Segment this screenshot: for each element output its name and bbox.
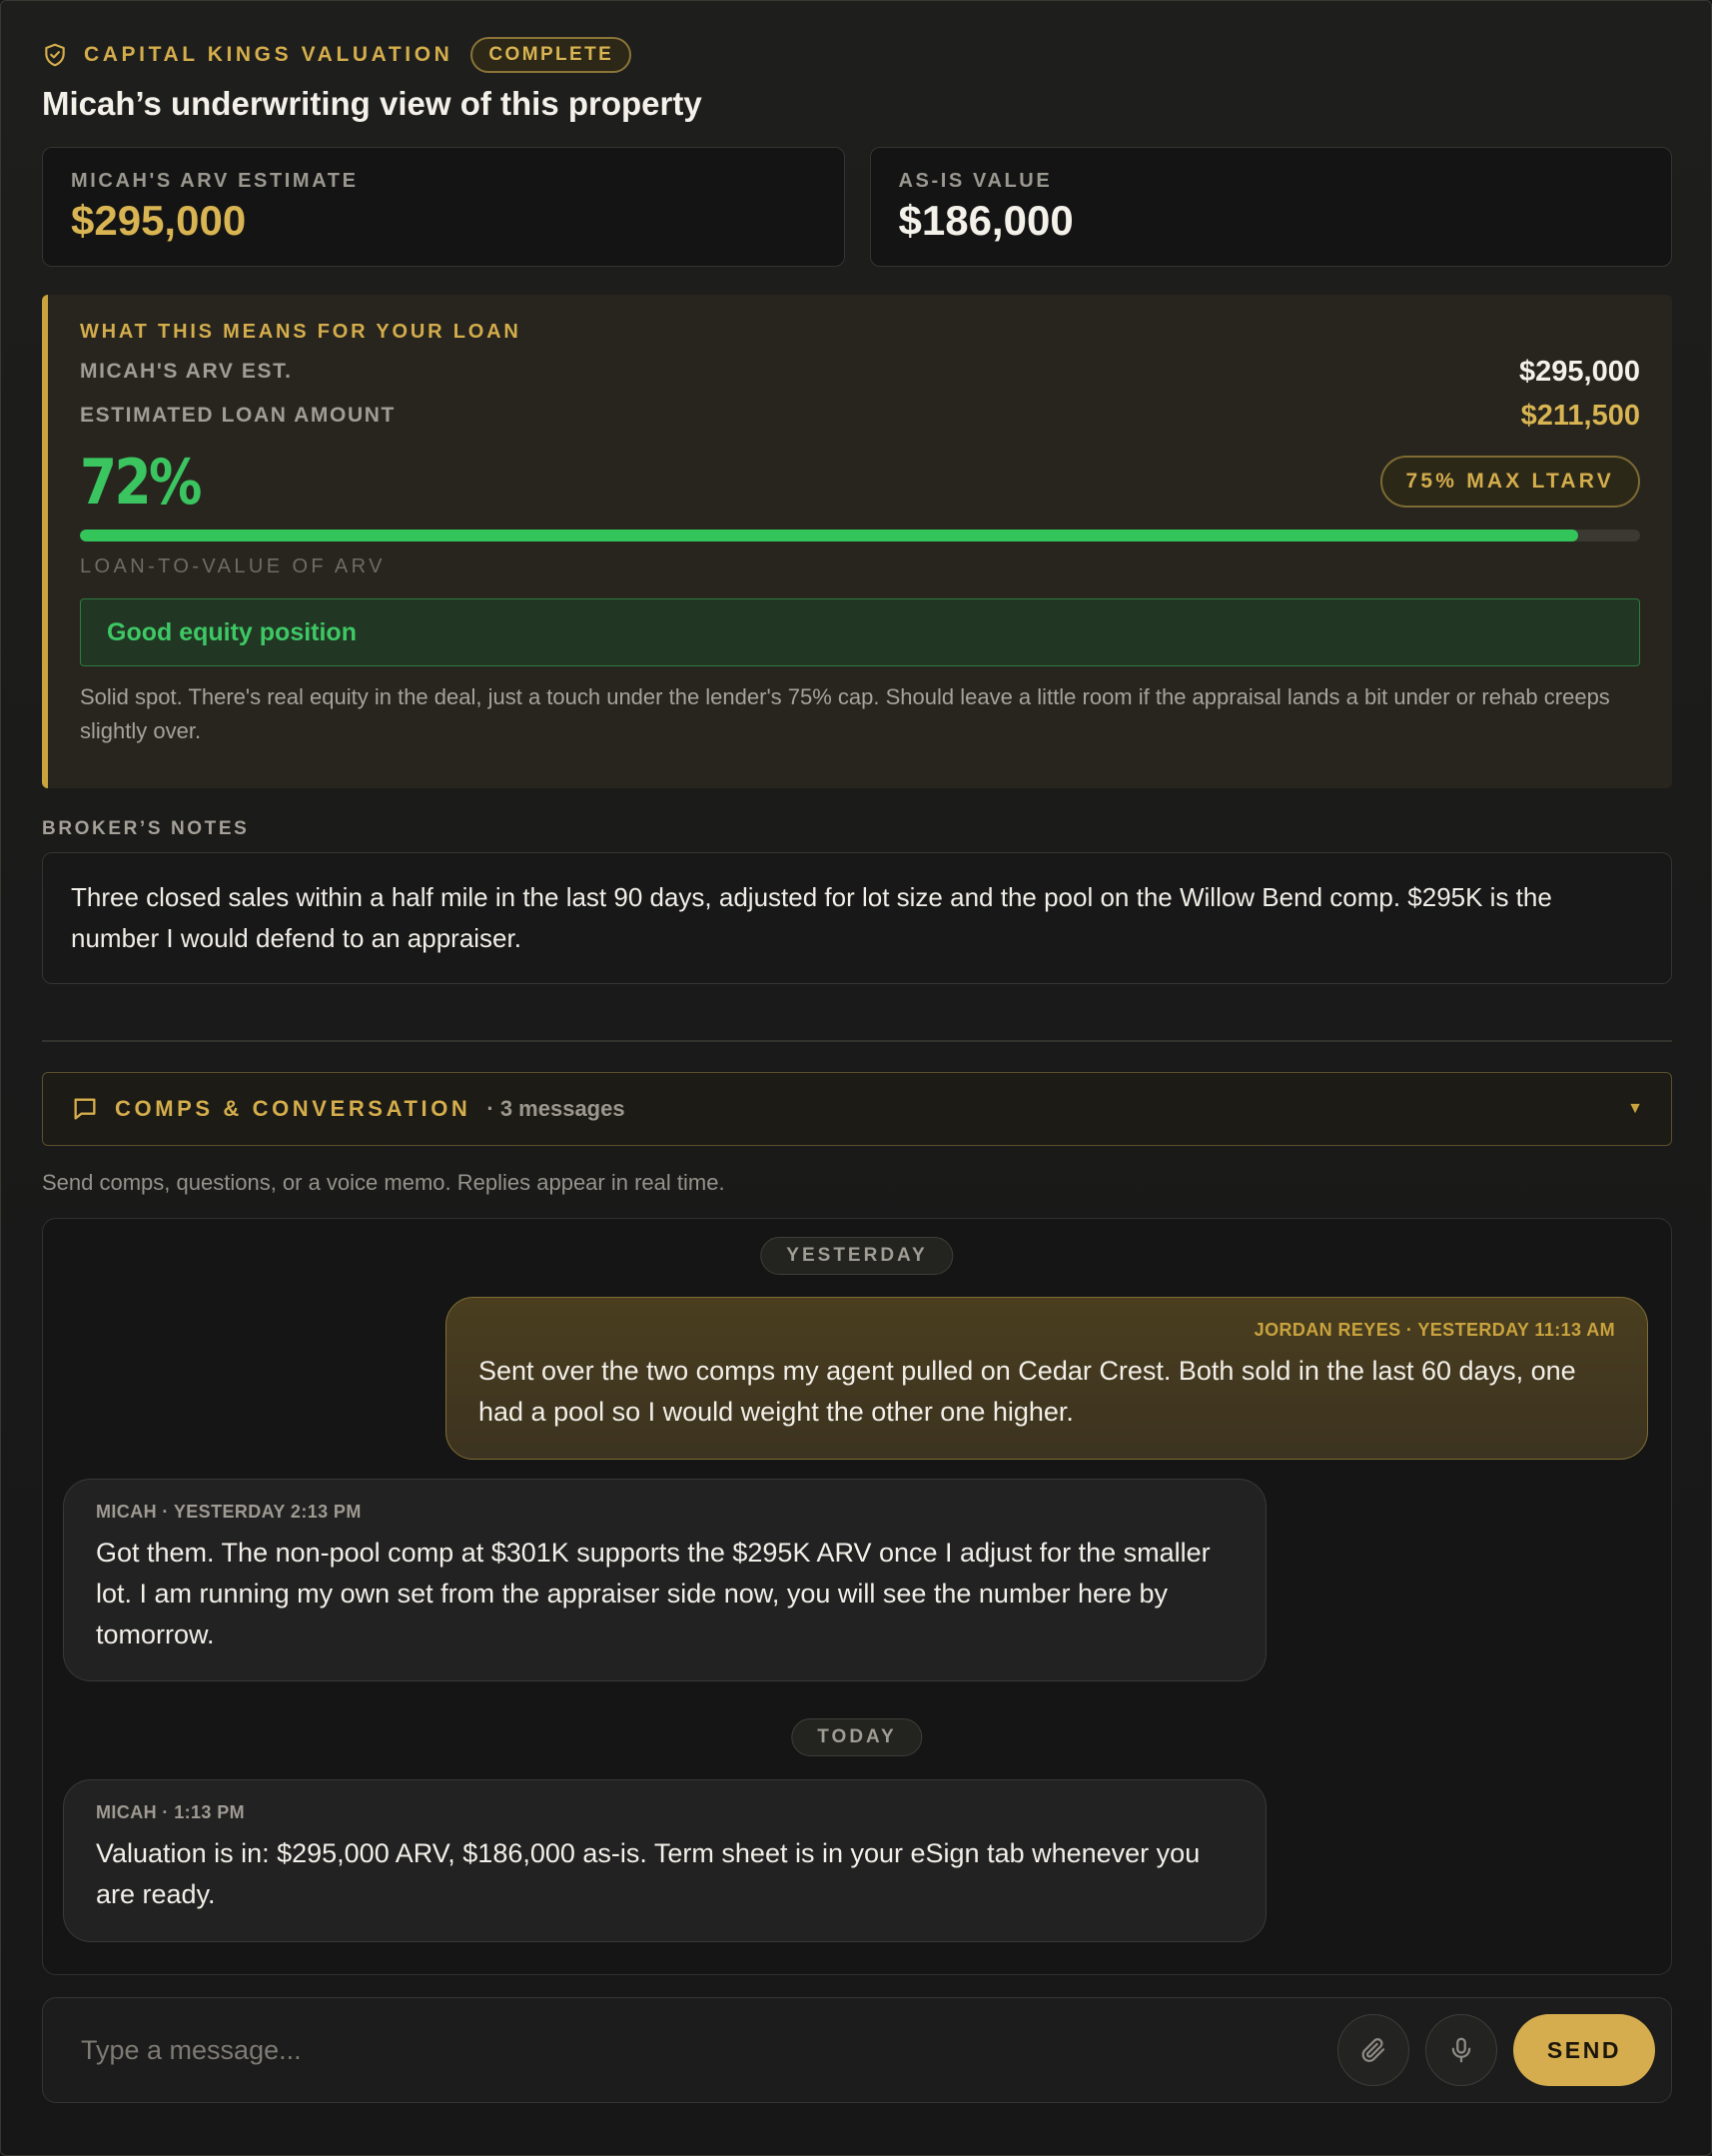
as-is-value-card: AS-IS VALUE $186,000 [869, 147, 1672, 267]
message-bubble-incoming: MICAH · YESTERDAY 2:13 PM Got them. The … [63, 1479, 1267, 1681]
max-ltarv-badge: 75% MAX LTARV [1379, 456, 1640, 508]
equity-status-title: Good equity position [107, 617, 357, 646]
arv-line-value: $295,000 [1519, 355, 1640, 388]
arv-line-label: MICAH'S ARV EST. [80, 360, 293, 383]
equity-status-box: Good equity position [80, 598, 1640, 666]
arv-line: MICAH'S ARV EST. $295,000 [80, 356, 1640, 388]
ltv-progress-track [80, 530, 1640, 541]
paperclip-icon [1361, 2038, 1385, 2062]
status-badge: COMPLETE [470, 37, 632, 73]
loan-impact-panel: WHAT THIS MEANS FOR YOUR LOAN MICAH'S AR… [42, 295, 1672, 788]
message-meta: MICAH · YESTERDAY 2:13 PM [96, 1502, 362, 1522]
microphone-icon [1451, 2037, 1471, 2063]
ltv-percent: 72% [80, 445, 202, 519]
page-title: Micah’s underwriting view of this proper… [42, 85, 702, 122]
voice-memo-button[interactable] [1425, 2014, 1497, 2086]
ltv-progress-caption: LOAN-TO-VALUE OF ARV [80, 555, 386, 577]
message-count: · 3 messages [486, 1096, 625, 1121]
broker-notes-label: BROKER’S NOTES [42, 818, 250, 839]
message-input[interactable] [79, 2033, 1337, 2067]
arv-estimate-value: $295,000 [71, 197, 247, 244]
message-meta: JORDAN REYES · YESTERDAY 11:13 AM [1254, 1320, 1615, 1340]
loan-amount-value: $211,500 [1520, 399, 1640, 432]
section-divider [42, 1040, 1672, 1042]
loan-panel-heading: WHAT THIS MEANS FOR YOUR LOAN [80, 321, 521, 343]
header-row: CAPITAL KINGS VALUATION COMPLETE [42, 37, 1672, 73]
message-text: Valuation is in: $295,000 ARV, $186,000 … [96, 1838, 1201, 1909]
values-row: MICAH'S ARV ESTIMATE $295,000 AS-IS VALU… [42, 147, 1672, 267]
shield-check-icon [45, 43, 65, 67]
chevron-down-icon[interactable]: ▼ [1627, 1100, 1643, 1118]
message-bubble-incoming: MICAH · 1:13 PM Valuation is in: $295,00… [63, 1779, 1267, 1942]
as-is-value-label: AS-IS VALUE [898, 170, 1053, 192]
valuation-card: CAPITAL KINGS VALUATION COMPLETE Micah’s… [0, 0, 1712, 2156]
chat-thread[interactable]: YESTERDAY JORDAN REYES · YESTERDAY 11:13… [42, 1218, 1672, 1975]
message-text: Sent over the two comps my agent pulled … [478, 1356, 1576, 1427]
loan-amount-label: ESTIMATED LOAN AMOUNT [80, 404, 396, 427]
message-composer: SEND [42, 1997, 1672, 2103]
attach-button[interactable] [1337, 2014, 1409, 2086]
comps-help-text: Send comps, questions, or a voice memo. … [42, 1170, 725, 1195]
ltv-row: 72% 75% MAX LTARV [80, 446, 1640, 519]
ltv-progress-fill [80, 530, 1578, 541]
card-content: CAPITAL KINGS VALUATION COMPLETE Micah’s… [42, 37, 1672, 2103]
arv-estimate-card: MICAH'S ARV ESTIMATE $295,000 [42, 147, 845, 267]
equity-status-description: Solid spot. There's real equity in the d… [80, 684, 1610, 743]
day-divider-today: TODAY [791, 1718, 923, 1756]
send-button[interactable]: SEND [1513, 2014, 1655, 2086]
loan-amount-line: ESTIMATED LOAN AMOUNT $211,500 [80, 400, 1640, 432]
as-is-value-amount: $186,000 [898, 197, 1074, 244]
chat-bubble-icon [74, 1098, 96, 1120]
comps-conversation-toggle[interactable]: COMPS & CONVERSATION · 3 messages ▼ [42, 1072, 1672, 1146]
broker-notes-text: Three closed sales within a half mile in… [42, 852, 1672, 984]
message-meta: MICAH · 1:13 PM [96, 1802, 246, 1822]
arv-estimate-label: MICAH'S ARV ESTIMATE [71, 170, 359, 192]
message-text: Got them. The non-pool comp at $301K sup… [96, 1538, 1211, 1649]
day-divider-yesterday: YESTERDAY [760, 1237, 954, 1275]
message-bubble-outgoing: JORDAN REYES · YESTERDAY 11:13 AM Sent o… [445, 1297, 1648, 1460]
brand-label: CAPITAL KINGS VALUATION [84, 43, 453, 66]
comps-title: COMPS & CONVERSATION [115, 1096, 471, 1121]
